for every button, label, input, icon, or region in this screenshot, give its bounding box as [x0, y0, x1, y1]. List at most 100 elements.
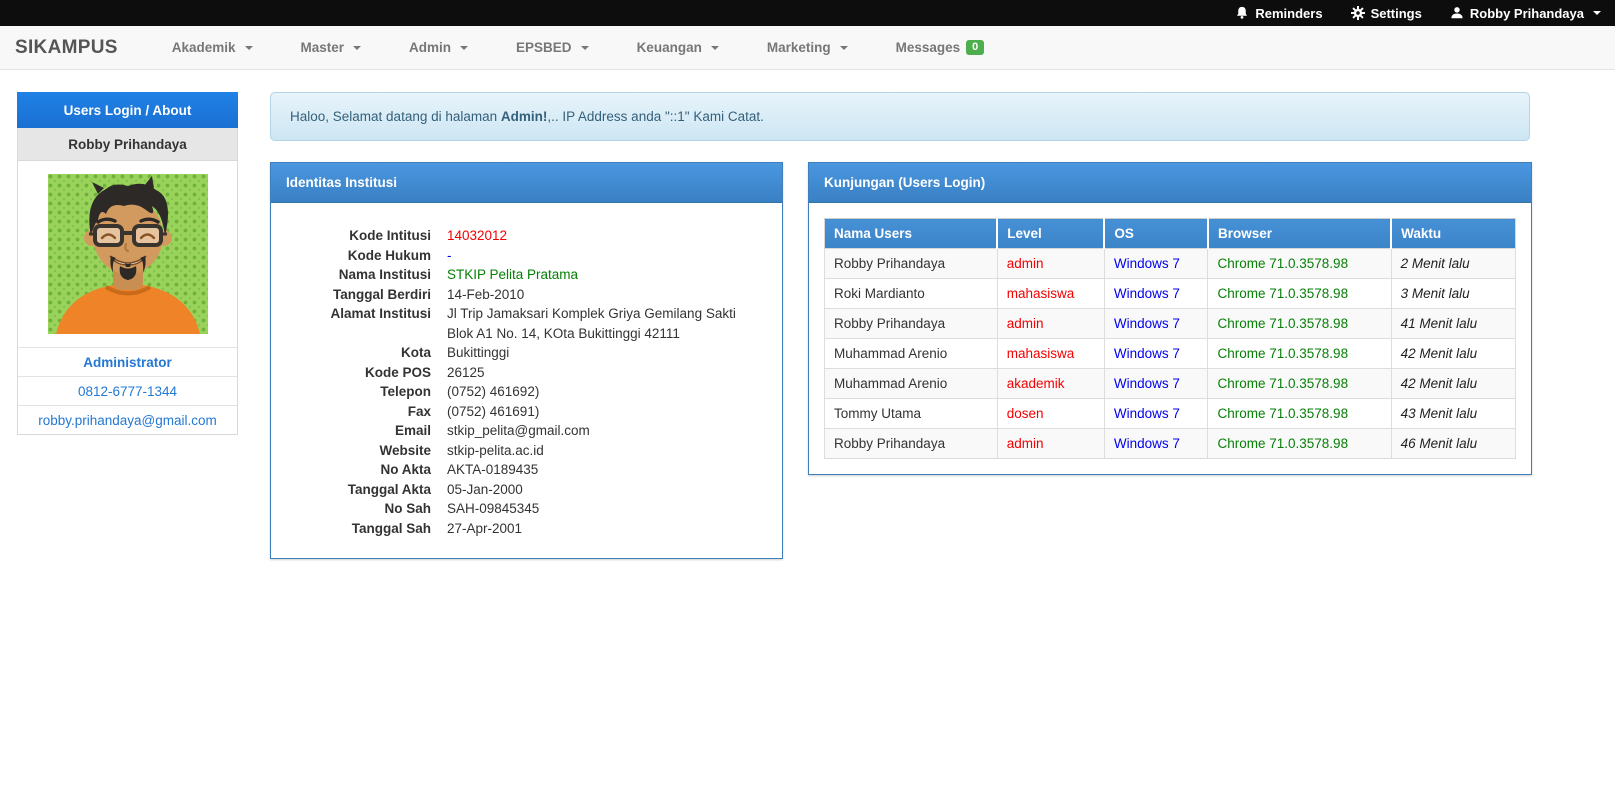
nav-item-label: Admin	[409, 40, 451, 55]
institution-field-row: No AktaAKTA-0189435	[289, 460, 764, 480]
profile-email-link[interactable]: robby.prihandaya@gmail.com	[18, 405, 237, 434]
field-value: stkip_pelita@gmail.com	[447, 421, 590, 441]
institution-field-row: Websitestkip-pelita.ac.id	[289, 441, 764, 461]
login-row: Robby PrihandayaadminWindows 7Chrome 71.…	[825, 309, 1516, 339]
field-value: SAH-09845345	[447, 499, 539, 519]
cell-nama: Roki Mardianto	[825, 279, 998, 309]
field-label: Alamat Institusi	[289, 304, 447, 343]
institution-field-row: Tanggal Berdiri14-Feb-2010	[289, 285, 764, 305]
chevron-down-icon	[1593, 11, 1601, 15]
field-value: 26125	[447, 363, 485, 383]
avatar-illustration	[48, 174, 208, 334]
column-header-os: OS	[1104, 219, 1208, 249]
institution-field-row: Fax(0752) 461691)	[289, 402, 764, 422]
cell-browser: Chrome 71.0.3578.98	[1208, 279, 1391, 309]
identitas-panel-title: Identitas Institusi	[271, 163, 782, 203]
identitas-institusi-panel: Identitas Institusi Kode Intitusi1403201…	[270, 162, 783, 559]
chevron-down-icon	[711, 46, 719, 50]
field-value: 27-Apr-2001	[447, 519, 522, 539]
alert-bold-admin: Admin!	[501, 109, 548, 124]
cell-level: mahasiswa	[997, 339, 1104, 369]
nav-item-marketing[interactable]: Marketing	[743, 26, 872, 70]
cell-level: admin	[997, 309, 1104, 339]
field-label: Kode POS	[289, 363, 447, 383]
profile-phone-link[interactable]: 0812-6777-1344	[18, 376, 237, 405]
field-label: Tanggal Berdiri	[289, 285, 447, 305]
field-label: Email	[289, 421, 447, 441]
user-menu-button[interactable]: Robby Prihandaya	[1450, 6, 1601, 21]
institution-field-row: Kode Hukum-	[289, 246, 764, 266]
identitas-field-list: Kode Intitusi14032012Kode Hukum-Nama Ins…	[271, 203, 782, 558]
login-row: Muhammad AreniomahasiswaWindows 7Chrome …	[825, 339, 1516, 369]
cell-os: Windows 7	[1104, 399, 1208, 429]
cell-waktu: 3 Menit lalu	[1391, 279, 1515, 309]
nav-item-akademik[interactable]: Akademik	[148, 26, 277, 70]
cell-waktu: 43 Menit lalu	[1391, 399, 1515, 429]
column-header-waktu: Waktu	[1391, 219, 1515, 249]
nav-item-label: Marketing	[767, 40, 831, 55]
institution-field-row: Alamat InstitusiJl Trip Jamaksari Komple…	[289, 304, 764, 343]
chevron-down-icon	[353, 46, 361, 50]
institution-field-row: Tanggal Akta05-Jan-2000	[289, 480, 764, 500]
institution-field-row: Tanggal Sah27-Apr-2001	[289, 519, 764, 539]
reminders-label: Reminders	[1255, 6, 1322, 21]
users-login-table: Nama UsersLevelOSBrowserWaktu Robby Prih…	[824, 218, 1516, 459]
cell-nama: Tommy Utama	[825, 399, 998, 429]
brand-logo[interactable]: SIKAMPUS	[15, 37, 118, 59]
institution-field-row: Kode Intitusi14032012	[289, 226, 764, 246]
nav-item-epsbed[interactable]: EPSBED	[492, 26, 613, 70]
login-row: Tommy UtamadosenWindows 7Chrome 71.0.357…	[825, 399, 1516, 429]
field-value: Jl Trip Jamaksari Komplek Griya Gemilang…	[447, 304, 736, 343]
nav-item-keuangan[interactable]: Keuangan	[613, 26, 743, 70]
nav-item-master[interactable]: Master	[277, 26, 386, 70]
cell-waktu: 42 Menit lalu	[1391, 369, 1515, 399]
alert-text: Haloo, Selamat datang di halaman Admin!,…	[290, 109, 764, 124]
field-label: Fax	[289, 402, 447, 422]
field-label: Tanggal Sah	[289, 519, 447, 539]
field-value: -	[447, 246, 452, 266]
nav-item-admin[interactable]: Admin	[385, 26, 492, 70]
nav-item-label: EPSBED	[516, 40, 572, 55]
settings-button[interactable]: Settings	[1351, 6, 1422, 21]
welcome-alert: Haloo, Selamat datang di halaman Admin!,…	[270, 92, 1530, 141]
cell-os: Windows 7	[1104, 309, 1208, 339]
profile-sidebar: Users Login / About Robby Prihandaya	[17, 92, 238, 435]
field-value: stkip-pelita.ac.id	[447, 441, 544, 461]
settings-label: Settings	[1371, 6, 1422, 21]
field-label: Website	[289, 441, 447, 461]
cell-level: admin	[997, 249, 1104, 279]
cell-waktu: 2 Menit lalu	[1391, 249, 1515, 279]
gear-icon	[1351, 6, 1365, 20]
nav-item-messages[interactable]: Messages0	[872, 26, 1009, 70]
field-value: 14-Feb-2010	[447, 285, 524, 305]
nav-menu: Akademik Master Admin EPSBED Keuangan Marketi…	[148, 26, 1009, 70]
cell-browser: Chrome 71.0.3578.98	[1208, 369, 1391, 399]
cell-os: Windows 7	[1104, 429, 1208, 459]
top-utility-bar: Reminders Settings Robby Prihandaya	[0, 0, 1615, 26]
field-label: Kode Intitusi	[289, 226, 447, 246]
field-value: AKTA-0189435	[447, 460, 538, 480]
nav-item-label: Keuangan	[637, 40, 702, 55]
chevron-down-icon	[840, 46, 848, 50]
reminders-button[interactable]: Reminders	[1235, 6, 1322, 21]
cell-waktu: 41 Menit lalu	[1391, 309, 1515, 339]
nav-item-label: Master	[301, 40, 345, 55]
profile-role: Administrator	[18, 347, 237, 376]
field-label: Telepon	[289, 382, 447, 402]
main-navbar: SIKAMPUS Akademik Master Admin EPSBED Keuang…	[0, 26, 1615, 70]
column-header-browser: Browser	[1208, 219, 1391, 249]
cell-waktu: 42 Menit lalu	[1391, 339, 1515, 369]
cell-browser: Chrome 71.0.3578.98	[1208, 249, 1391, 279]
field-value: 14032012	[447, 226, 507, 246]
chevron-down-icon	[460, 46, 468, 50]
kunjungan-table-wrapper: Nama UsersLevelOSBrowserWaktu Robby Prih…	[809, 203, 1531, 474]
cell-nama: Robby Prihandaya	[825, 429, 998, 459]
user-name-label: Robby Prihandaya	[1470, 6, 1584, 21]
institution-field-row: Kode POS26125	[289, 363, 764, 383]
profile-name: Robby Prihandaya	[18, 128, 237, 161]
sidebar-header-users-login-about[interactable]: Users Login / About	[17, 92, 238, 128]
cell-nama: Robby Prihandaya	[825, 309, 998, 339]
login-row: Roki MardiantomahasiswaWindows 7Chrome 7…	[825, 279, 1516, 309]
cell-level: dosen	[997, 399, 1104, 429]
field-label: No Sah	[289, 499, 447, 519]
